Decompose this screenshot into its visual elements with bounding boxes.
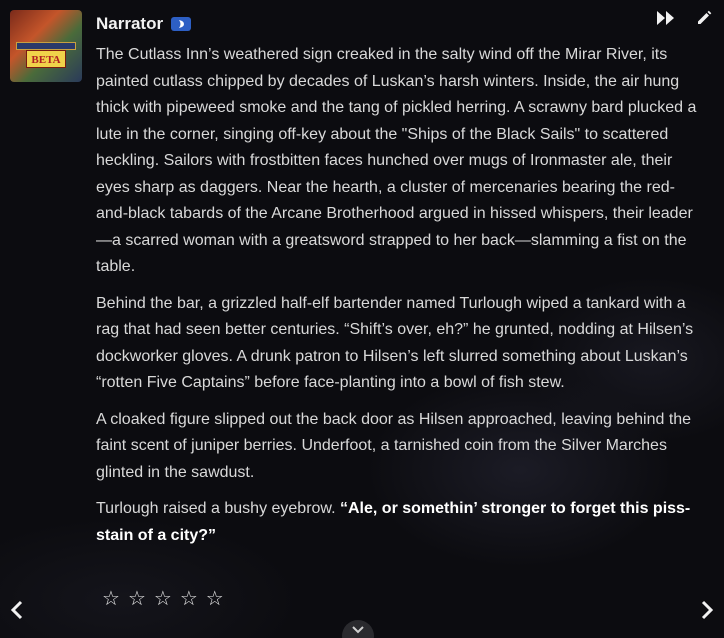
star-1-icon[interactable]: ☆: [102, 588, 120, 610]
message-body: The Cutlass Inn’s weathered sign creaked…: [96, 42, 706, 559]
previous-swipe-chevron-left-icon[interactable]: [10, 600, 24, 620]
star-2-icon[interactable]: ☆: [128, 588, 146, 610]
message-actions: [656, 10, 712, 26]
bot-badge-icon: [171, 17, 192, 31]
message-paragraph-last: Turlough raised a bushy eyebrow. “Ale, o…: [96, 496, 706, 549]
expand-chevron-down-icon[interactable]: [342, 620, 374, 638]
fast-forward-icon[interactable]: [656, 10, 676, 26]
star-rating: ☆ ☆ ☆ ☆ ☆: [102, 588, 224, 610]
narration-text: Turlough raised a bushy eyebrow.: [96, 500, 340, 517]
message-paragraph: The Cutlass Inn’s weathered sign creaked…: [96, 46, 697, 275]
avatar-logo: BETA: [26, 50, 66, 68]
avatar-banner: [16, 42, 76, 50]
character-name[interactable]: Narrator: [96, 14, 163, 34]
star-4-icon[interactable]: ☆: [180, 588, 198, 610]
message-header: Narrator: [96, 14, 192, 34]
avatar[interactable]: BETA: [10, 10, 82, 82]
edit-pencil-icon[interactable]: [696, 10, 712, 26]
star-3-icon[interactable]: ☆: [154, 588, 172, 610]
message-paragraph: A cloaked figure slipped out the back do…: [96, 410, 692, 481]
star-5-icon[interactable]: ☆: [206, 588, 224, 610]
next-swipe-chevron-right-icon[interactable]: [700, 600, 714, 620]
message-paragraph: Behind the bar, a grizzled half-elf bart…: [96, 294, 694, 392]
